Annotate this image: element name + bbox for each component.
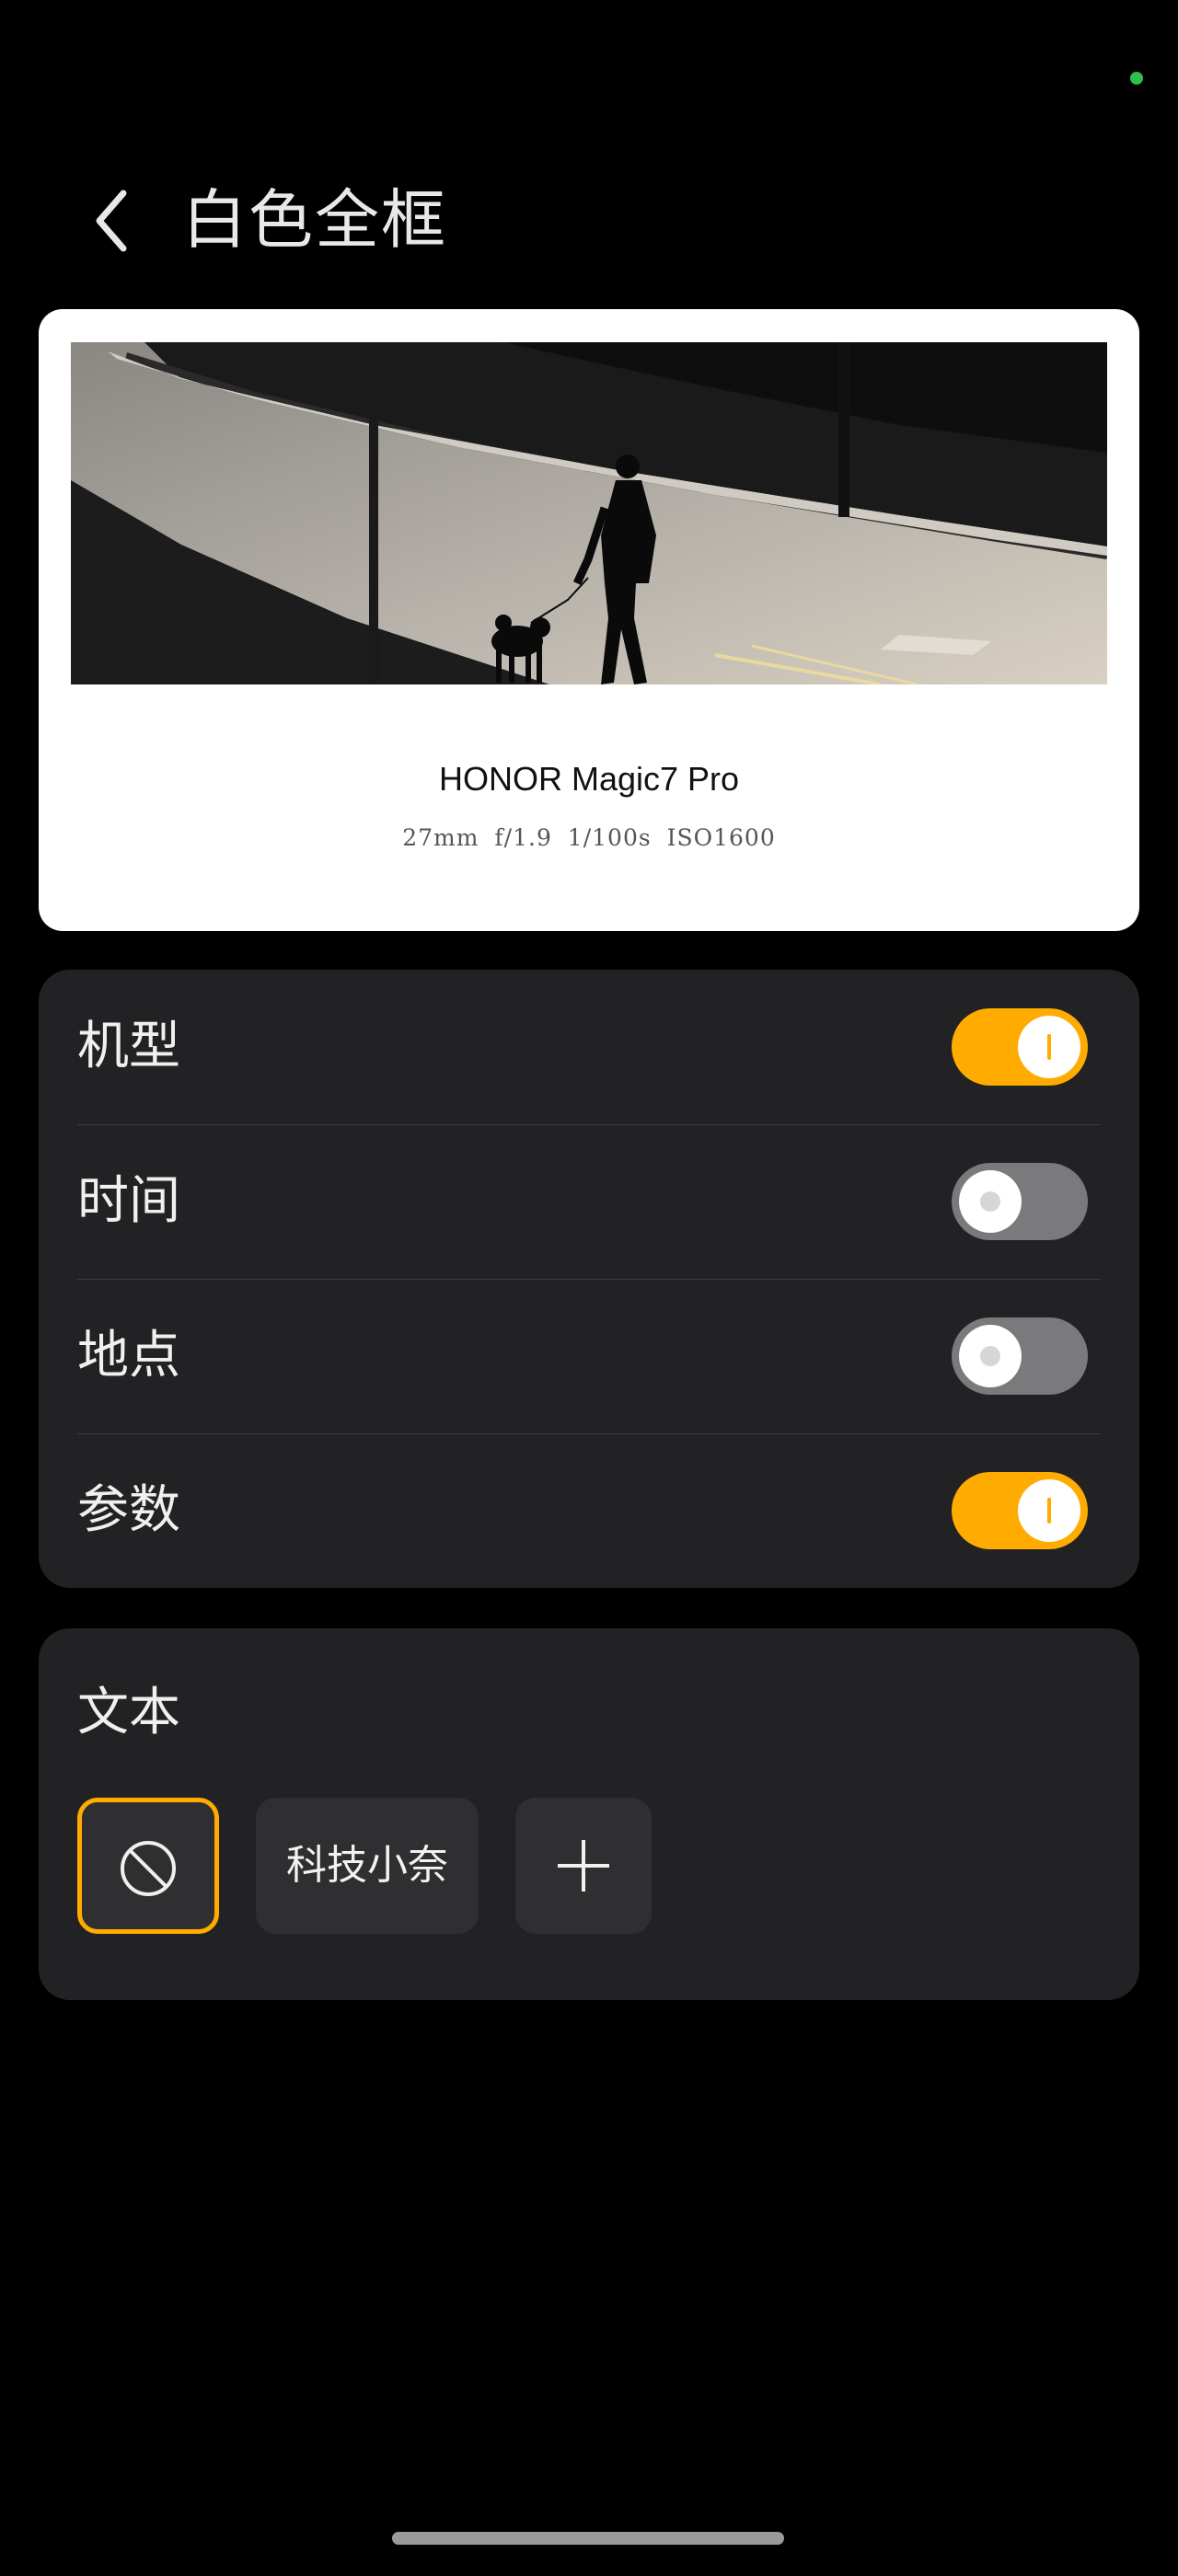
page-title: 白色全框 xyxy=(182,182,447,258)
info-toggle-card: 机型 时间 地点 参数 xyxy=(39,970,1139,1588)
header: 白色全框 xyxy=(0,166,1178,276)
home-indicator[interactable] xyxy=(392,2532,784,2545)
toggle-label-location: 地点 xyxy=(77,1326,180,1386)
no-text-option-button[interactable] xyxy=(77,1798,219,1934)
text-section-title: 文本 xyxy=(77,1683,180,1742)
model-toggle-switch[interactable] xyxy=(952,1008,1088,1086)
preview-photo xyxy=(71,342,1107,684)
time-toggle-switch[interactable] xyxy=(952,1163,1088,1240)
text-option-label: 科技小奈 xyxy=(286,1842,448,1889)
text-options-card: 文本 科技小奈 xyxy=(39,1628,1139,2000)
status-indicator-dot xyxy=(1130,72,1143,85)
toggle-knob xyxy=(1018,1479,1080,1542)
back-button[interactable] xyxy=(83,175,147,267)
watermark-preview-card: HONOR Magic7 Pro 27mm f/1.9 1/100s ISO16… xyxy=(39,309,1139,931)
toggle-label-time: 时间 xyxy=(77,1171,180,1231)
toggle-row-location: 地点 xyxy=(77,1279,1101,1433)
chevron-left-icon xyxy=(96,190,127,252)
watermark-exif-params: 27mm f/1.9 1/100s ISO1600 xyxy=(402,824,776,851)
toggle-row-model: 机型 xyxy=(77,970,1101,1124)
toggle-label-model: 机型 xyxy=(77,1017,180,1076)
plus-icon xyxy=(558,1840,609,1892)
add-text-button[interactable] xyxy=(515,1798,652,1934)
location-toggle-switch[interactable] xyxy=(952,1317,1088,1395)
text-option-button[interactable]: 科技小奈 xyxy=(256,1798,479,1934)
toggle-knob xyxy=(959,1325,1022,1387)
toggle-row-params: 参数 xyxy=(77,1433,1101,1588)
toggle-label-params: 参数 xyxy=(77,1480,180,1540)
watermark-model-name: HONOR Magic7 Pro xyxy=(438,760,740,798)
toggle-knob xyxy=(1018,1016,1080,1078)
toggle-row-time: 时间 xyxy=(77,1124,1101,1279)
params-toggle-switch[interactable] xyxy=(952,1472,1088,1549)
no-text-icon xyxy=(121,1841,176,1896)
toggle-knob xyxy=(959,1170,1022,1233)
